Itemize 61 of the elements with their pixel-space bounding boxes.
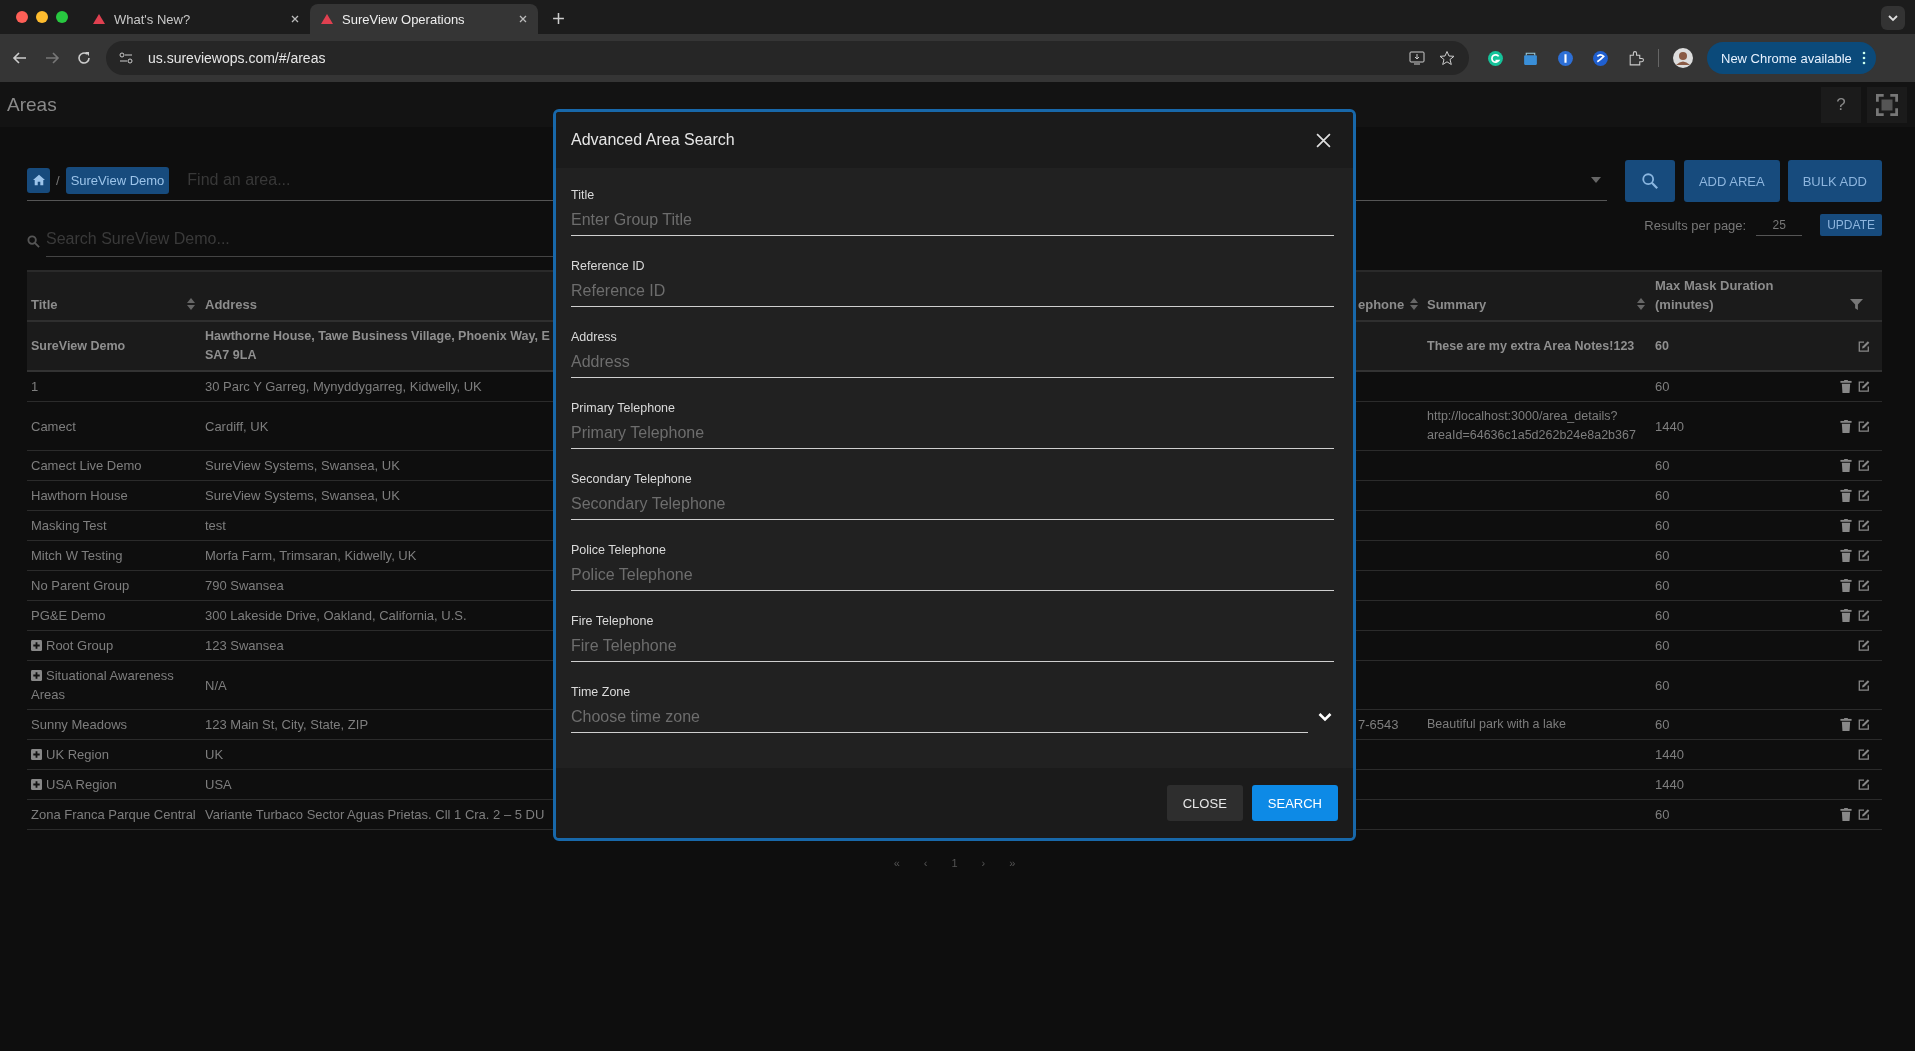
- table-cell-text: http://localhost:3000/area_details?areaId=64636c1a5d262b24e8a2b367: [1427, 408, 1637, 444]
- table-cell-text: Variante Turbaco Sector Aguas Prietas. Cll 1 Cra. 2 – 5 DU: [205, 806, 545, 824]
- table-cell-text: test: [205, 517, 226, 535]
- table-cell-text: Hawthorn House: [31, 487, 128, 505]
- table-cell-text: 1: [31, 378, 39, 396]
- page-title: Areas: [7, 93, 57, 116]
- table-cell: Root Group: [31, 636, 114, 655]
- field-label: Primary Telephone: [571, 400, 676, 416]
- table-cell-text: Cardiff, UK: [205, 417, 269, 436]
- table-cell-text: UK: [205, 746, 224, 764]
- field-label: Address: [571, 329, 618, 345]
- table-cell-text: N/A: [205, 676, 227, 695]
- field-label: Reference ID: [571, 258, 646, 274]
- field-label: Fire Telephone: [571, 613, 655, 629]
- table-cell-text: 60: [1655, 517, 1670, 535]
- table-cell-text: 60: [1655, 487, 1670, 505]
- table-cell-text: Masking Test: [31, 517, 107, 535]
- table-cell-text: 1440: [1655, 417, 1684, 436]
- table-cell-text: 123 Main St, City, State, ZIP: [205, 716, 369, 734]
- table-cell-text: SureView Systems, Swansea, UK: [205, 457, 400, 475]
- table-cell-text: Zona Franca Parque Central: [31, 806, 196, 824]
- table-cell-text: 790 Swansea: [205, 577, 284, 595]
- table-cell-text: Camect: [31, 417, 76, 436]
- table-cell-text: SureView Demo: [31, 337, 126, 355]
- table-cell: UK Region: [31, 745, 109, 764]
- table-cell-text: 60: [1655, 806, 1670, 824]
- breadcrumb-separator: /: [56, 172, 60, 188]
- table-cell-text: 60: [1655, 378, 1670, 396]
- table-cell-text: Hawthorne House, Tawe Business Village, Phoenix Way, E SA7 9LA: [205, 328, 550, 364]
- table-cell-text: 60: [1655, 577, 1670, 595]
- results-per-page-label: Results per page:: [1644, 217, 1747, 233]
- table-cell-text: No Parent Group: [31, 577, 130, 595]
- table-cell-text: SureView Systems, Swansea, UK: [205, 487, 400, 505]
- table-cell-text: 60: [1655, 637, 1670, 655]
- table-cell-text: These are my extra Area Notes!123: [1427, 337, 1635, 355]
- table-cell-text: Mitch W Testing: [31, 547, 123, 565]
- table-cell-text: 7-6543: [1358, 716, 1399, 734]
- table-cell-text: 60: [1655, 716, 1670, 734]
- field-label: Police Telephone: [571, 542, 667, 558]
- table-cell-text: 60: [1655, 337, 1669, 355]
- table-cell-text: 1440: [1655, 776, 1684, 794]
- field-label: Time Zone: [571, 684, 632, 700]
- table-cell-text: Camect Live Demo: [31, 457, 142, 475]
- dialog-title: Advanced Area Search: [571, 131, 736, 149]
- table-cell: USA Region: [31, 775, 117, 794]
- table-cell-text: 1440: [1655, 746, 1684, 764]
- table-cell-text: USA: [205, 776, 232, 794]
- table-cell-text: Beautiful park with a lake: [1427, 716, 1566, 733]
- field-label: Title: [571, 187, 596, 203]
- field-label: Secondary Telephone: [571, 471, 693, 487]
- table-cell-text: 60: [1655, 547, 1670, 565]
- table-cell-text: 60: [1655, 607, 1670, 625]
- table-cell-text: Morfa Farm, Trimsaran, Kidwelly, UK: [205, 547, 417, 565]
- table-cell-text: PG&E Demo: [31, 607, 106, 625]
- table-cell-text: Situational Awareness Areas: [31, 667, 175, 704]
- table-cell-text: Sunny Meadows: [31, 716, 128, 734]
- table-cell-text: 30 Parc Y Garreg, Mynyddygarreg, Kidwelly, UK: [205, 378, 482, 396]
- table-cell-text: 60: [1655, 676, 1670, 695]
- table-cell-text: 60: [1655, 457, 1670, 475]
- table-cell-text: 123 Swansea: [205, 637, 284, 655]
- table-cell-text: 300 Lakeside Drive, Oakland, California, U.S.: [205, 607, 467, 625]
